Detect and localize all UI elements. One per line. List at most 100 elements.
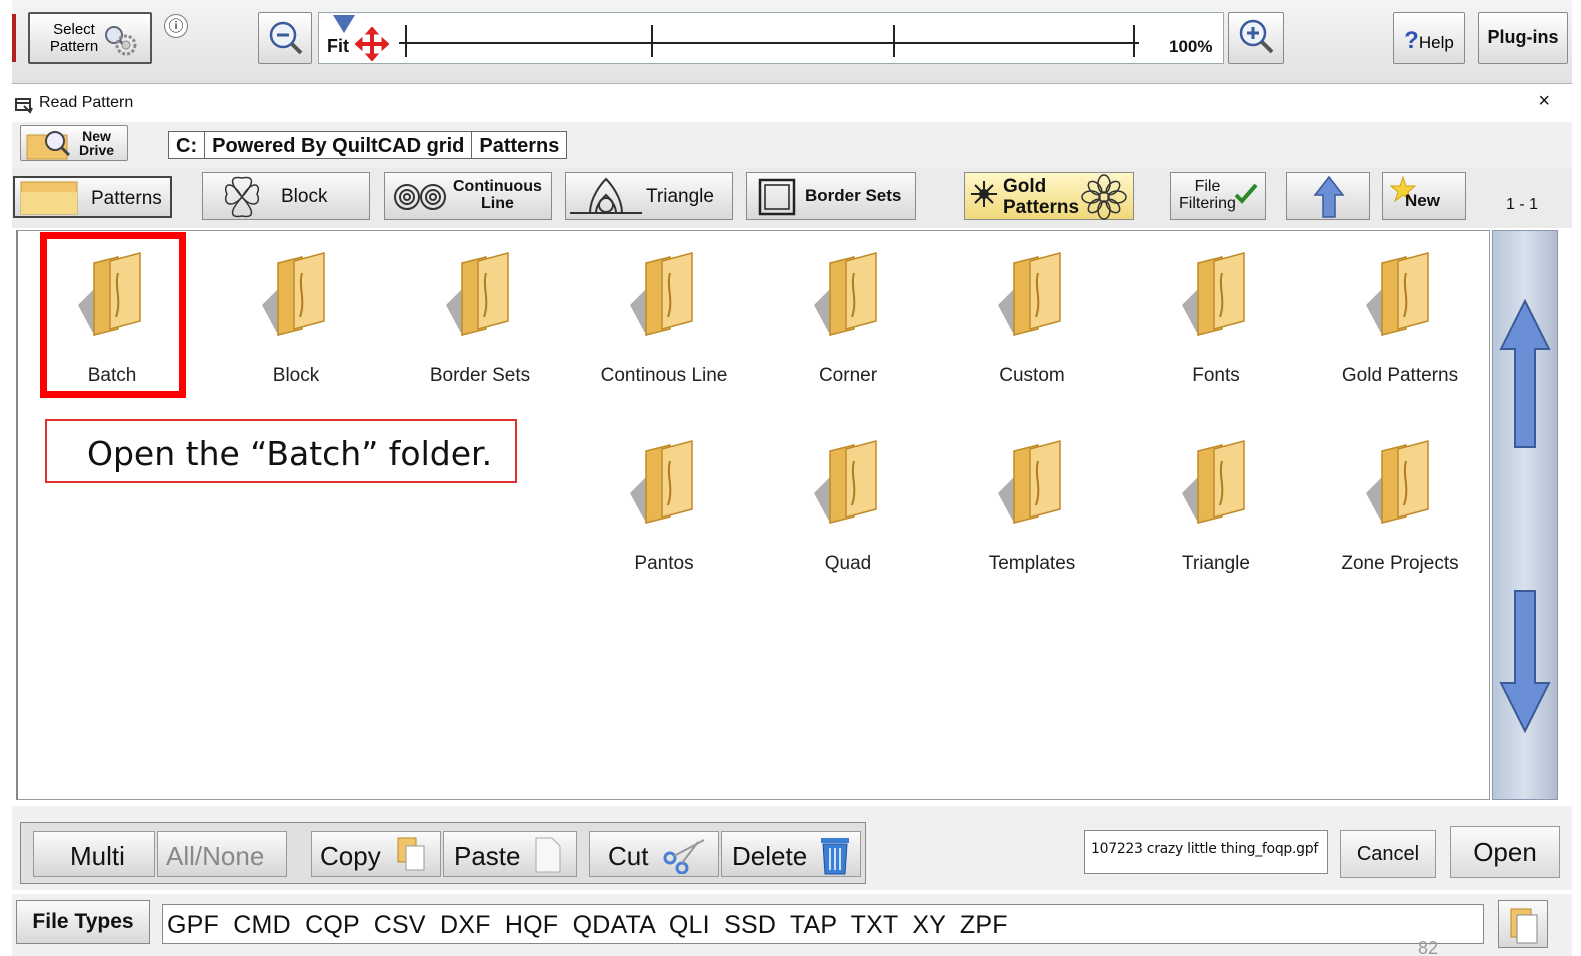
cancel-button[interactable]: Cancel [1340, 830, 1436, 878]
magnifier-gear-icon [105, 26, 137, 56]
slider-tick [1133, 25, 1135, 57]
clipboard-icon [1510, 908, 1538, 944]
folder-item[interactable]: Gold Patterns [1310, 239, 1490, 409]
info-icon[interactable]: ⓘ [164, 14, 188, 38]
zoom-out-button[interactable] [258, 12, 312, 64]
dialog-title: Read Pattern [39, 94, 134, 111]
page-count: 1 - 1 [1506, 196, 1539, 213]
cut-button[interactable]: Cut [589, 831, 719, 877]
folder-grid: Batch Block Border Sets Continous Line Corne… [16, 230, 1490, 800]
action-row: Multi All/None Copy Paste Cut Delete 107… [12, 806, 1572, 890]
folder-icon [814, 252, 877, 336]
slider-tick [893, 25, 895, 57]
folder-up-button[interactable] [1286, 172, 1370, 220]
category-border-sets-button[interactable]: Border Sets [746, 172, 916, 220]
category-triangle-button[interactable]: Triangle [565, 172, 733, 220]
slider-tick [405, 25, 407, 57]
folder-item[interactable]: Continous Line [574, 239, 754, 409]
paste-button[interactable]: Paste [443, 831, 577, 877]
all-none-button[interactable]: All/None [157, 831, 287, 877]
top-toolbar: Select Pattern ⓘ Fit 100% ?Help Plug-ins [12, 0, 1572, 84]
fit-label: Fit [327, 36, 349, 56]
file-types-button[interactable]: File Types [16, 900, 150, 944]
folder-item[interactable]: Block [206, 239, 386, 409]
filename-input[interactable]: 107223 crazy little thing_foqp.gpf [1084, 830, 1328, 874]
folder-label: Triangle [1182, 553, 1250, 574]
zoom-in-button[interactable] [1228, 12, 1284, 64]
file-filtering-button[interactable]: File Filtering [1170, 172, 1266, 220]
flower-icon [1081, 174, 1127, 220]
folder-item[interactable]: Fonts [1126, 239, 1306, 409]
folder-label: Corner [818, 365, 878, 386]
new-drive-label: New Drive [79, 128, 115, 158]
file-types-value: GPF CMD CQP CSV DXF HQF QDATA QLI SSD TA… [167, 911, 1008, 939]
breadcrumb-item[interactable]: Patterns [472, 132, 566, 158]
toolbar-accent [12, 14, 16, 62]
breadcrumb-item[interactable]: Powered By QuiltCAD grid [205, 132, 473, 158]
folder-icon [262, 252, 325, 336]
file-types-row: File Types GPF CMD CQP CSV DXF HQF QDATA… [12, 894, 1572, 956]
open-button[interactable]: Open [1450, 826, 1560, 878]
folder-item[interactable]: Triangle [1126, 427, 1306, 597]
triangle-pattern-icon [570, 177, 642, 214]
trash-icon [821, 838, 849, 875]
category-patterns-button[interactable]: Patterns [13, 176, 172, 218]
zoom-in-icon [1239, 19, 1274, 54]
folder-label: Templates [988, 553, 1076, 574]
clipboard-button[interactable] [1498, 900, 1548, 948]
folder-item[interactable]: Custom [942, 239, 1122, 409]
instruction-callout: Open the “Batch” folder. [45, 419, 517, 483]
slider-tick [651, 25, 653, 57]
new-folder-button[interactable]: New [1382, 172, 1466, 220]
category-triangle-label: Triangle [646, 186, 714, 207]
copy-label: Copy [320, 841, 381, 871]
folder-icon [630, 440, 693, 524]
folder-icon [1182, 252, 1245, 336]
sun-burst-icon [971, 181, 997, 207]
new-folder-label: New [1405, 191, 1440, 210]
category-block-button[interactable]: Block [202, 172, 370, 220]
category-continuous-line-label: Continuous Line [453, 178, 542, 212]
paste-page-icon [535, 837, 561, 873]
scroll-up-arrow-icon[interactable] [1497, 241, 1553, 513]
category-continuous-line-button[interactable]: Continuous Line [384, 172, 552, 220]
copy-button[interactable]: Copy [311, 831, 441, 877]
delete-button[interactable]: Delete [721, 831, 861, 877]
folder-item[interactable]: Zone Projects [1310, 427, 1490, 597]
folder-item[interactable]: Pantos [574, 427, 754, 597]
vertical-scrollbar[interactable] [1492, 230, 1558, 800]
help-button[interactable]: ?Help [1393, 12, 1465, 64]
folder-label: Quad [824, 553, 872, 574]
block-pattern-icon [225, 176, 259, 218]
category-gold-patterns-button[interactable]: Gold Patterns [964, 172, 1134, 220]
folder-item[interactable]: Border Sets [390, 239, 570, 409]
category-patterns-label: Patterns [91, 188, 162, 209]
folder-icon [998, 252, 1061, 336]
zoom-out-icon [269, 21, 303, 55]
folder-item[interactable]: Corner [758, 239, 938, 409]
border-square-icon [758, 178, 796, 216]
folder-label: Zone Projects [1341, 553, 1459, 574]
scissors-icon [663, 839, 705, 874]
folder-item[interactable]: Templates [942, 427, 1122, 597]
slide-page-number: 82 [1418, 938, 1439, 956]
folder-item[interactable]: Quad [758, 427, 938, 597]
edit-buttons-group: Multi All/None Copy Paste Cut Delete [20, 822, 866, 884]
zoom-slider[interactable]: Fit 100% [318, 12, 1224, 64]
file-types-field[interactable]: GPF CMD CQP CSV DXF HQF QDATA QLI SSD TA… [162, 904, 1484, 944]
multi-button[interactable]: Multi [33, 831, 155, 877]
checkmark-pencil-icon [1234, 183, 1258, 204]
help-label: ?Help [1394, 27, 1464, 55]
plugins-button[interactable]: Plug-ins [1478, 12, 1568, 64]
folder-icon [446, 252, 509, 336]
new-drive-button[interactable]: New Drive [20, 125, 128, 161]
copy-icon [397, 837, 425, 871]
scroll-down-arrow-icon[interactable] [1497, 519, 1553, 789]
cut-label: Cut [608, 841, 649, 871]
select-pattern-button[interactable]: Select Pattern [28, 12, 152, 64]
read-pattern-screen: Select Pattern ⓘ Fit 100% ?Help Plug-ins… [0, 0, 1581, 956]
slider-track [399, 42, 1139, 44]
breadcrumb-item[interactable]: C: [169, 132, 206, 158]
close-icon[interactable]: × [1538, 90, 1550, 113]
delete-label: Delete [732, 841, 808, 871]
